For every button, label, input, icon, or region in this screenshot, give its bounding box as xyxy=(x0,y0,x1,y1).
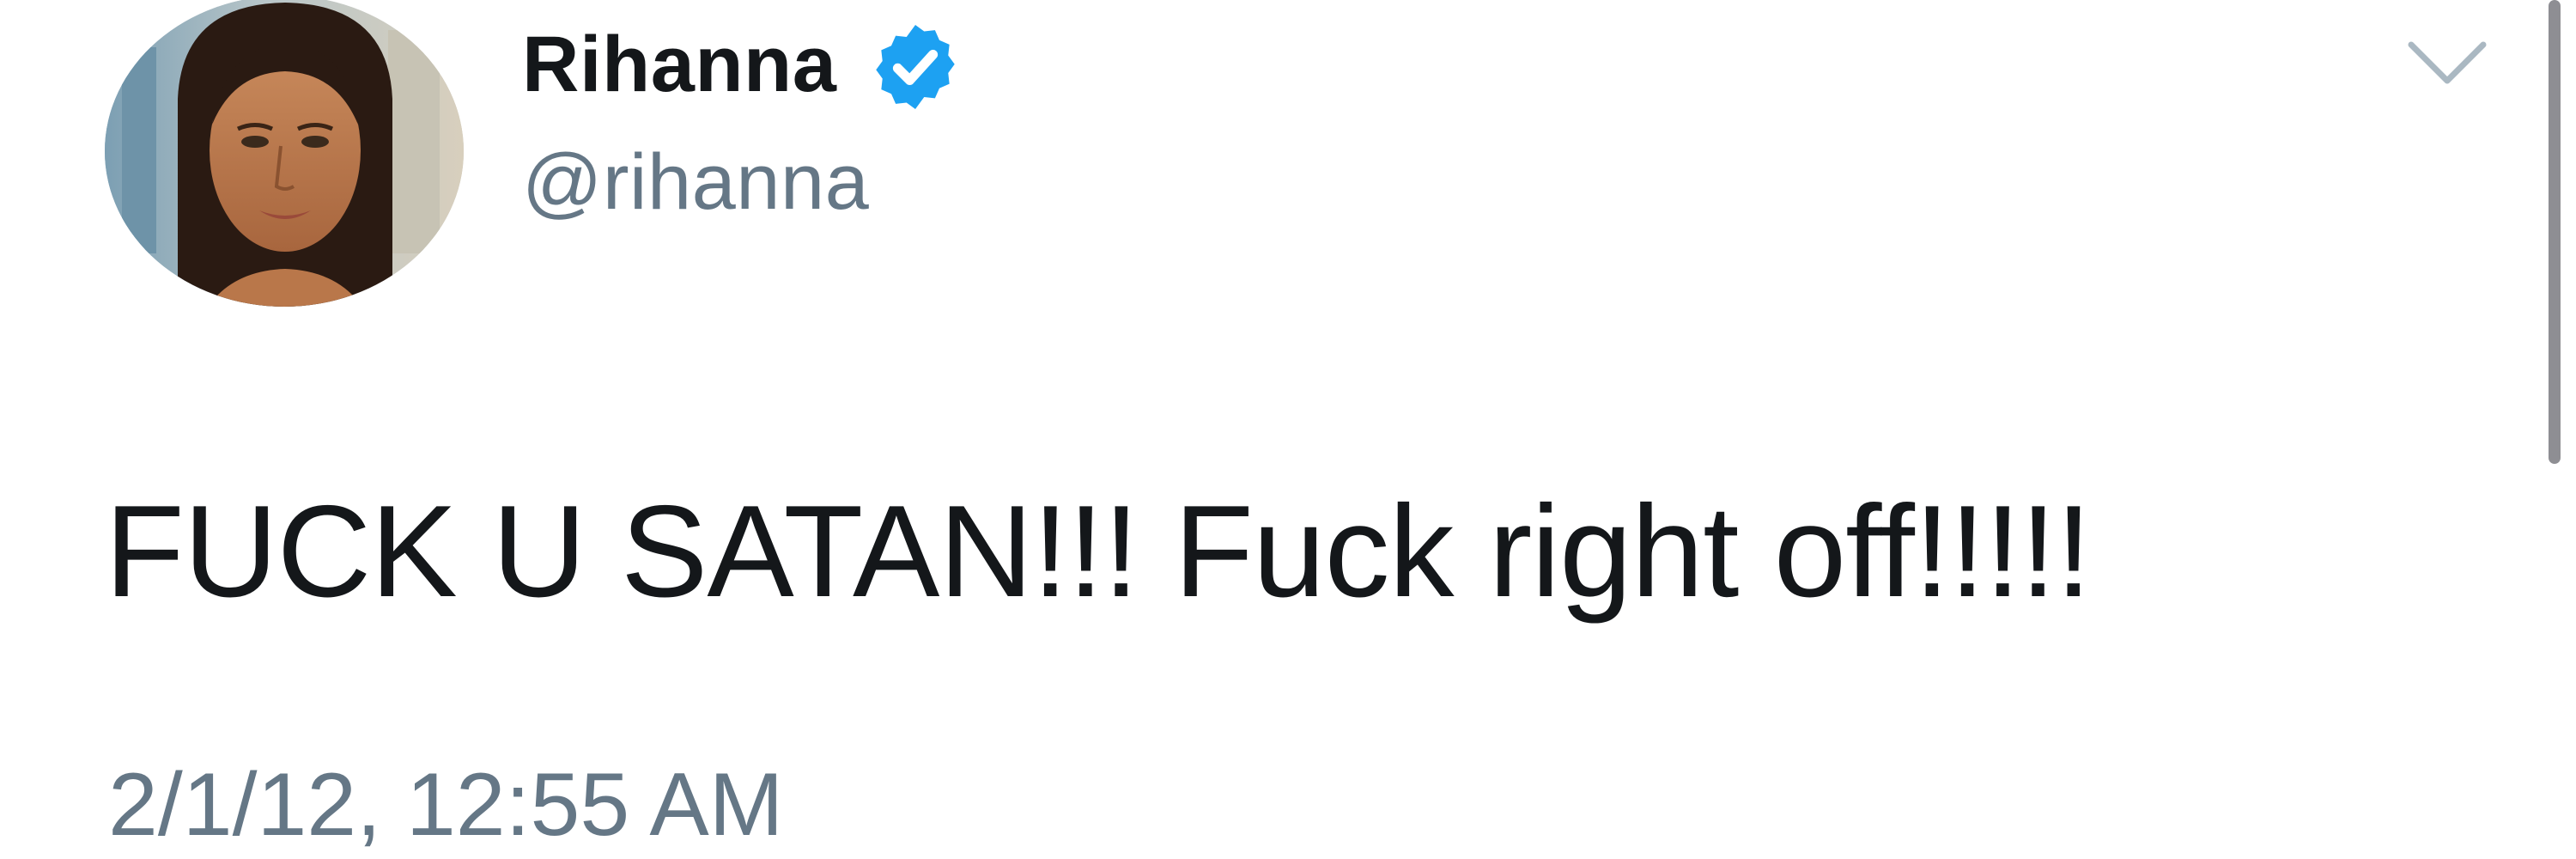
user-handle[interactable]: @rihanna xyxy=(522,137,869,228)
tweet-timestamp[interactable]: 2/1/12, 12:55 AM xyxy=(108,754,783,856)
chevron-down-icon[interactable] xyxy=(2404,33,2490,93)
profile-photo-icon xyxy=(105,0,464,307)
verified-badge-icon xyxy=(876,25,956,109)
tweet-text: FUCK U SATAN!!! Fuck right off!!!!! xyxy=(105,478,2092,624)
scrollbar[interactable] xyxy=(2549,0,2561,464)
avatar[interactable] xyxy=(105,0,464,307)
tweet-card: Rihanna @rihanna FUCK U SATAN!!! Fuck ri… xyxy=(0,0,2576,859)
name-row: Rihanna xyxy=(522,9,963,120)
display-name[interactable]: Rihanna xyxy=(522,20,836,110)
